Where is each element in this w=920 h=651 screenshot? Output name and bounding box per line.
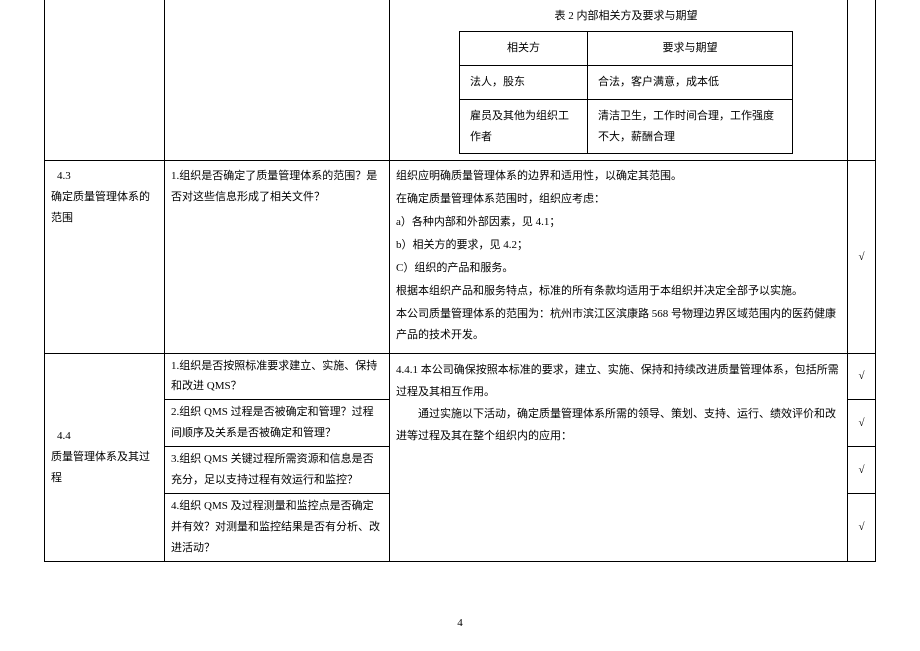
l2: a）各种内部和外部因素，见 4.1； <box>396 212 841 233</box>
cell-empty-col2 <box>165 0 390 161</box>
nested-r1c0: 雇员及其他为组织工作者 <box>460 99 588 154</box>
main-table: 表 2 内部相关方及要求与期望 相关方 要求与期望 法人，股东 合法，客户满意，… <box>44 0 876 562</box>
page-number: 4 <box>0 617 920 629</box>
cell-4-3-check: √ <box>848 161 876 353</box>
cell-empty-col1 <box>45 0 165 161</box>
nested-h2: 要求与期望 <box>588 31 793 65</box>
c1: 通过实施以下活动，确定质量管理体系所需的领导、策划、支持、运行、绩效评价和改进等… <box>396 408 836 442</box>
cell-4-3-title: 4.3 确定质量管理体系的范围 <box>45 161 165 353</box>
cell-4-4-c3: √ <box>848 447 876 494</box>
l0: 组织应明确质量管理体系的边界和适用性，以确定其范围。 <box>396 166 841 187</box>
cell-4-3-q: 1.组织是否确定了质量管理体系的范围？是否对这些信息形成了相关文件？ <box>165 161 390 353</box>
l5: 根据本组织产品和服务特点，标准的所有条款均适用于本组织并决定全部予以实施。 <box>396 281 841 302</box>
l6: 本公司质量管理体系的范围为：杭州市滨江区滨康路 568 号物理边界区域范围内的医… <box>396 304 841 346</box>
cell-4-4-c1: √ <box>848 353 876 400</box>
sec-no: 4.3 <box>51 166 158 187</box>
cell-4-4-c2: √ <box>848 400 876 447</box>
nested-table: 相关方 要求与期望 法人，股东 合法，客户满意，成本低 雇员及其他为组织工作者 … <box>459 31 793 155</box>
cell-check-top <box>848 0 876 161</box>
cell-4-4-title: 4.4 质量管理体系及其过程 <box>45 353 165 561</box>
nested-r0c1: 合法，客户满意，成本低 <box>588 65 793 99</box>
cell-4-3-content: 组织应明确质量管理体系的边界和适用性，以确定其范围。 在确定质量管理体系范围时，… <box>390 161 848 353</box>
l3: b）相关方的要求，见 4.2； <box>396 235 841 256</box>
cell-4-4-q2: 2.组织 QMS 过程是否被确定和管理？过程间顺序及关系是否被确定和管理？ <box>165 400 390 447</box>
l4: C）组织的产品和服务。 <box>396 258 841 279</box>
row-4-3: 4.3 确定质量管理体系的范围 1.组织是否确定了质量管理体系的范围？是否对这些… <box>45 161 876 353</box>
cell-4-4-q3: 3.组织 QMS 关键过程所需资源和信息是否充分，足以支持过程有效运行和监控？ <box>165 447 390 494</box>
nested-caption: 表 2 内部相关方及要求与期望 <box>411 6 841 27</box>
row-inner-table: 表 2 内部相关方及要求与期望 相关方 要求与期望 法人，股东 合法，客户满意，… <box>45 0 876 161</box>
c0: 4.4.1 本公司确保按照本标准的要求，建立、实施、保持和持续改进质量管理体系，… <box>396 364 839 398</box>
l1: 在确定质量管理体系范围时，组织应考虑： <box>396 189 841 210</box>
nested-h1: 相关方 <box>460 31 588 65</box>
cell-4-4-q4: 4.组织 QMS 及过程测量和监控点是否确定并有效？对测量和监控结果是否有分析、… <box>165 493 390 561</box>
nested-r0c0: 法人，股东 <box>460 65 588 99</box>
cell-4-4-q1: 1.组织是否按照标准要求建立、实施、保持和改进 QMS？ <box>165 353 390 400</box>
cell-4-4-c4: √ <box>848 493 876 561</box>
cell-nested-container: 表 2 内部相关方及要求与期望 相关方 要求与期望 法人，股东 合法，客户满意，… <box>390 0 848 161</box>
nested-r1c1: 清洁卫生，工作时间合理，工作强度不大，薪酬合理 <box>588 99 793 154</box>
cell-4-4-content: 4.4.1 本公司确保按照本标准的要求，建立、实施、保持和持续改进质量管理体系，… <box>390 353 848 561</box>
sec-no: 4.4 <box>51 426 158 447</box>
sec-title: 质量管理体系及其过程 <box>51 451 150 484</box>
row-4-4-a: 4.4 质量管理体系及其过程 1.组织是否按照标准要求建立、实施、保持和改进 Q… <box>45 353 876 400</box>
sec-title: 确定质量管理体系的范围 <box>51 191 150 224</box>
